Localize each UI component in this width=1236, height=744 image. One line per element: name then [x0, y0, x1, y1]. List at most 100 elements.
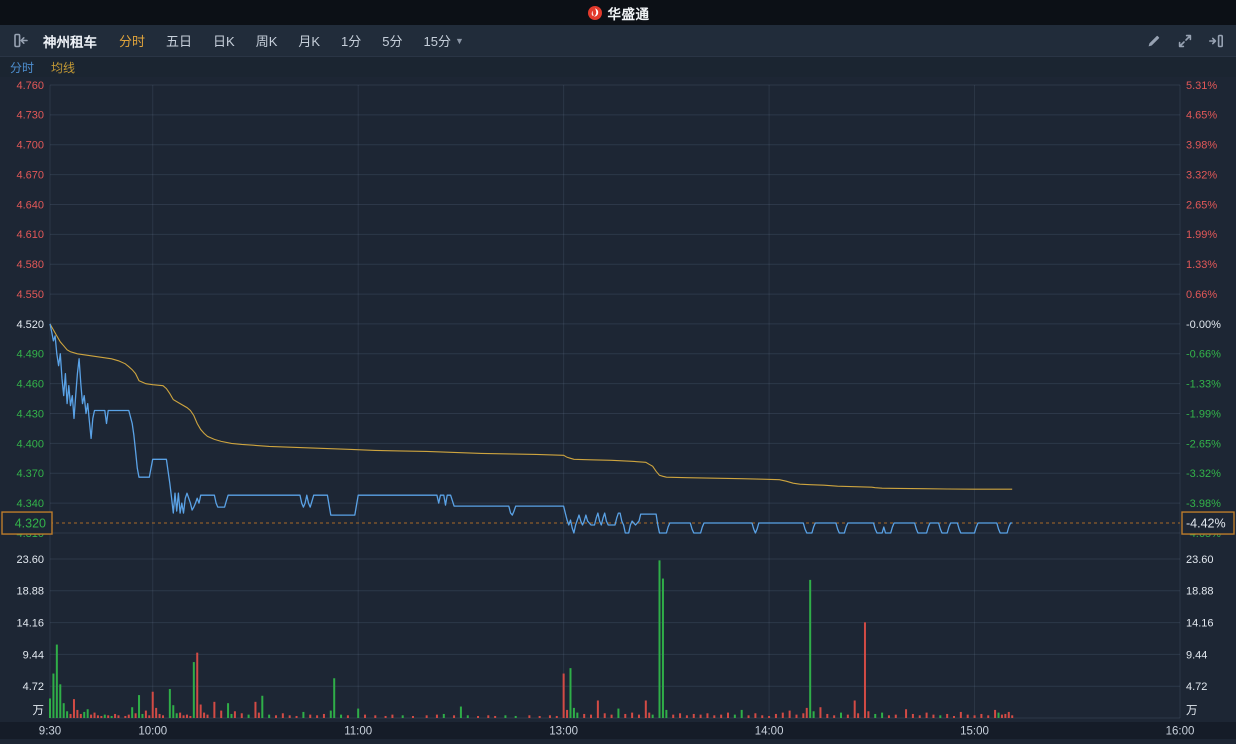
overlay-subtabs: 分时 均线 [0, 57, 1236, 77]
volume-bar [275, 715, 277, 718]
volume-bar [329, 710, 332, 718]
fullscreen-icon[interactable] [1177, 33, 1193, 49]
subtab-1[interactable]: 分时 [10, 59, 34, 76]
volume-bar [583, 713, 586, 718]
volume-bar [720, 714, 723, 718]
volume-bar [281, 713, 284, 718]
volume-bar [905, 709, 908, 718]
volume-bar [874, 713, 877, 718]
volume-bar [175, 713, 178, 718]
volume-bar [411, 715, 414, 718]
volume-bar [514, 715, 517, 718]
volume-bar [812, 711, 815, 718]
volume-bar [309, 714, 312, 718]
period-tab-3[interactable]: 日K [213, 31, 235, 50]
volume-bar [107, 715, 110, 718]
volume-bar [959, 711, 962, 718]
volume-bar [425, 715, 428, 718]
volume-bar [819, 707, 822, 718]
stock-name[interactable]: 神州租车 [43, 31, 97, 51]
time-axis-label: 9:30 [39, 726, 61, 738]
volume-bar [203, 712, 206, 718]
volume-bar [86, 709, 89, 718]
time-axis-label: 13:00 [549, 726, 578, 738]
volume-bar [257, 712, 260, 718]
volume-bar [114, 713, 117, 718]
volume-bar [867, 711, 870, 718]
volume-bar [894, 714, 897, 718]
price-axis-label: 4.430 [16, 408, 44, 420]
volume-bar [391, 714, 394, 718]
intraday-chart[interactable]: 4.760 5.31% 4.730 4.65% 4.700 3.98% 4.670 3.32%… [0, 77, 1236, 739]
time-axis-label: 16:00 [1166, 726, 1195, 738]
volume-bar [62, 703, 65, 718]
dock-right-icon[interactable] [1208, 33, 1224, 49]
volume-bar [158, 713, 161, 718]
volume-bar [442, 713, 445, 718]
volume-bar [196, 652, 199, 718]
volume-bar [59, 684, 62, 718]
volume-bar [504, 715, 507, 718]
period-tab-6[interactable]: 1分 [341, 31, 361, 50]
volume-bar [973, 715, 976, 718]
pct-axis-label: 3.98% [1186, 140, 1217, 152]
volume-bar [90, 714, 93, 718]
volume-bar [93, 712, 96, 718]
volume-bar [733, 714, 736, 718]
volume-bar [768, 715, 771, 718]
volume-bar [761, 715, 764, 718]
volume-bar [994, 709, 997, 718]
volume-bar [494, 715, 497, 718]
volume-bar [199, 704, 202, 718]
volume-bar [333, 678, 336, 718]
volume-bar [713, 715, 716, 718]
volume-bar [117, 715, 120, 718]
pct-axis-label: -1.33% [1186, 379, 1221, 391]
volume-bar [55, 644, 58, 718]
volume-bar [566, 709, 569, 718]
volume-bar [997, 712, 1000, 718]
subtab-2[interactable]: 均线 [51, 59, 75, 76]
current-price-badge: 4.320 [1, 511, 53, 535]
price-axis-label: 4.490 [16, 349, 44, 361]
volume-bar [134, 713, 137, 718]
volume-bar [295, 715, 298, 718]
volume-bar [946, 713, 949, 718]
volume-bar [590, 714, 593, 718]
volume-bar [809, 579, 812, 718]
price-axis-label: 4.640 [16, 199, 44, 211]
time-axis-label: 10:00 [138, 726, 167, 738]
period-tab-4[interactable]: 周K [256, 31, 278, 50]
volume-bar [141, 713, 144, 718]
pct-axis-label: -3.98% [1186, 498, 1221, 510]
edit-icon[interactable] [1146, 33, 1162, 49]
collapse-panel-icon[interactable] [12, 32, 29, 49]
volume-bar [127, 714, 130, 718]
volume-bar [96, 715, 99, 718]
volume-bar [672, 714, 675, 718]
volume-bar [802, 713, 805, 718]
chevron-down-icon[interactable]: ▼ [455, 36, 464, 46]
pct-axis-label: 4.65% [1186, 110, 1217, 122]
period-tab-8[interactable]: 15分 ▼ [424, 31, 464, 50]
volume-bar [459, 706, 462, 718]
period-tab-1[interactable]: 分时 [119, 31, 145, 50]
volume-bar [1011, 715, 1014, 718]
period-tab-2[interactable]: 五日 [166, 31, 192, 50]
period-tab-5[interactable]: 月K [298, 31, 320, 50]
price-axis-label: 4.700 [16, 140, 44, 152]
period-tab-7[interactable]: 5分 [382, 31, 402, 50]
volume-bar [69, 713, 72, 718]
volume-bar [685, 715, 688, 718]
period-tabs: 分时 五日 日K 周K 月K 1分 5分 15分 ▼ [119, 31, 464, 50]
volume-bar [624, 713, 627, 718]
volume-bar [110, 715, 113, 718]
price-axis-label: 4.610 [16, 229, 44, 241]
volume-bar [846, 714, 849, 718]
volume-axis-label: 9.44 [1186, 649, 1207, 661]
volume-bar [833, 715, 836, 718]
volume-bar [435, 714, 438, 718]
chart-toolbar: 神州租车 分时 五日 日K 周K 月K 1分 5分 15分 ▼ [0, 25, 1236, 57]
volume-bar [466, 715, 469, 718]
volume-bar [754, 713, 757, 718]
